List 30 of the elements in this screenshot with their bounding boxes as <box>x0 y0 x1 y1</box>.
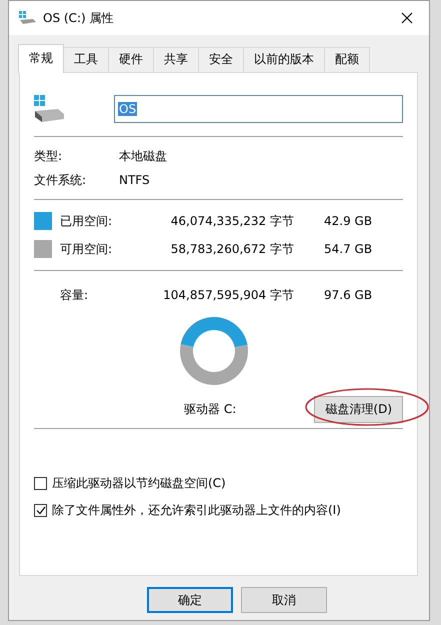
checkbox[interactable] <box>34 477 47 490</box>
tab[interactable]: 配额 <box>324 47 370 72</box>
byte-count: 104,857,595,904 字节 <box>162 286 294 304</box>
space-label: 可用空间: <box>60 240 114 258</box>
space-label: 已用空间: <box>60 212 114 230</box>
checkbox-option[interactable]: 压缩此驱动器以节约磁盘空间(C) <box>34 475 403 492</box>
donut-slice <box>180 344 248 385</box>
donut-slice <box>180 317 247 348</box>
size-value: 97.6 GB <box>323 288 374 302</box>
drive-label: 驱动器 C: <box>184 400 236 418</box>
capacity-label: 容量: <box>59 286 90 304</box>
byte-count: 58,783,260,672 字节 <box>170 240 294 258</box>
drive-icon <box>19 11 37 25</box>
property-label: 文件系统: <box>34 172 88 188</box>
close-icon[interactable] <box>401 12 413 24</box>
checkbox[interactable] <box>34 504 47 517</box>
disk-cleanup-button[interactable]: 磁盘清理(D) <box>314 396 403 422</box>
property-label: 类型: <box>34 148 64 164</box>
size-value: 42.9 GB <box>323 214 374 228</box>
size-value: 54.7 GB <box>323 242 374 256</box>
property-value: 本地磁盘 <box>119 148 168 164</box>
window-title: OS (C:) 属性 <box>43 10 114 26</box>
checkbox-option[interactable]: 除了文件属性外，还允许索引此驱动器上文件的内容(I) <box>34 502 403 519</box>
name-field[interactable]: OS <box>114 95 403 123</box>
tab[interactable]: 常规 <box>18 44 64 73</box>
ok-button[interactable]: 确定 <box>147 587 233 613</box>
cancel-button[interactable]: 取消 <box>241 587 327 613</box>
byte-count: 46,074,335,232 字节 <box>170 212 294 230</box>
property-value: NTFS <box>119 173 151 187</box>
drive-icon <box>34 95 66 123</box>
